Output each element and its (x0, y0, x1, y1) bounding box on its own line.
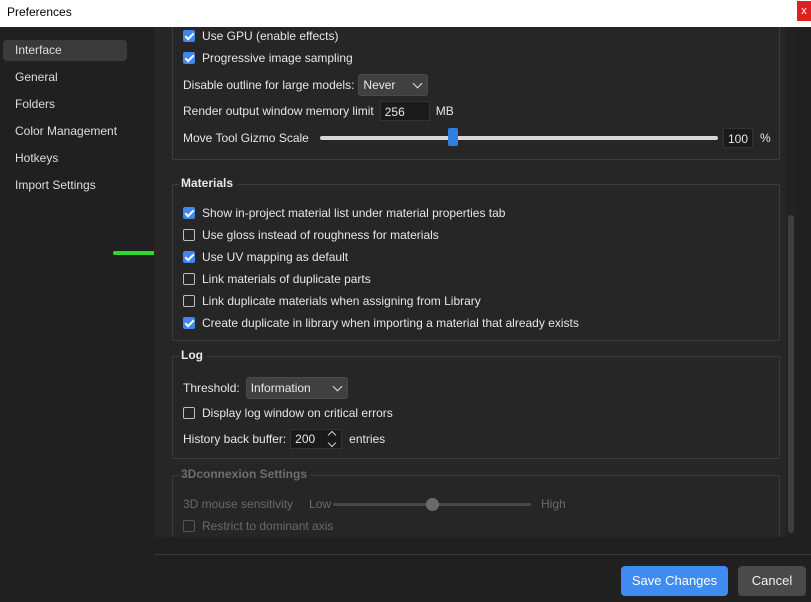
window-title: Preferences (7, 5, 72, 19)
sidebar-item-folders[interactable]: Folders (3, 94, 127, 115)
material-option-row: Link materials of duplicate parts (183, 269, 371, 289)
stepper-down-icon[interactable] (327, 438, 337, 448)
material-option-checkbox[interactable] (183, 229, 195, 241)
history-unit: entries (349, 432, 386, 446)
sidebar-item-color-management[interactable]: Color Management (3, 121, 127, 142)
log-group: Log Threshold: Information Display log w… (172, 348, 780, 459)
progressive-row: Progressive image sampling (183, 48, 353, 68)
display-log-checkbox[interactable] (183, 407, 195, 419)
gizmo-scale-slider[interactable] (320, 136, 718, 140)
disable-outline-label: Disable outline for large models: (183, 78, 355, 92)
render-memory-unit: MB (435, 104, 454, 118)
close-button[interactable]: x (797, 1, 811, 21)
render-memory-row: Render output window memory limit 256 MB (183, 100, 454, 122)
materials-group: Materials Show in-project material list … (172, 176, 780, 341)
material-option-checkbox[interactable] (183, 295, 195, 307)
chevron-down-icon (412, 78, 423, 88)
sidebar-item-hotkeys[interactable]: Hotkeys (3, 148, 127, 169)
material-option-label: Create duplicate in library when importi… (202, 316, 579, 330)
display-log-row: Display log window on critical errors (183, 403, 393, 423)
materials-title: Materials (179, 176, 238, 190)
log-title: Log (179, 348, 207, 362)
history-value: 200 (295, 432, 316, 446)
sensitivity-label: 3D mouse sensitivity (183, 497, 294, 511)
material-option-label: Use gloss instead of roughness for mater… (202, 228, 439, 242)
restrict-axis-row: Restrict to dominant axis (183, 516, 333, 536)
history-row: History back buffer: 200 entries (183, 428, 385, 450)
gizmo-scale-label: Move Tool Gizmo Scale (183, 131, 309, 145)
sensitivity-row: 3D mouse sensitivity Low (183, 494, 331, 514)
preferences-content: Use GPU (enable effects) Progressive ima… (154, 27, 786, 537)
gizmo-scale-input[interactable]: 100 (723, 128, 753, 148)
history-label: History back buffer: (183, 432, 287, 446)
title-bar: Preferences x (0, 0, 811, 27)
use-gpu-checkbox[interactable] (183, 30, 195, 42)
interface-group: Use GPU (enable effects) Progressive ima… (172, 27, 780, 160)
material-option-checkbox[interactable] (183, 317, 195, 329)
footer-divider (154, 554, 811, 555)
material-option-label: Link duplicate materials when assigning … (202, 294, 481, 308)
material-option-row: Create duplicate in library when importi… (183, 313, 579, 333)
material-option-row: Use UV mapping as default (183, 247, 348, 267)
material-option-label: Show in-project material list under mate… (202, 206, 506, 220)
use-gpu-row: Use GPU (enable effects) (183, 27, 339, 46)
save-changes-button[interactable]: Save Changes (621, 566, 728, 596)
material-option-row: Show in-project material list under mate… (183, 203, 505, 223)
disable-outline-row: Disable outline for large models: Never (183, 73, 429, 97)
sensitivity-slider-handle (426, 498, 439, 511)
gizmo-scale-unit: % (760, 131, 771, 145)
gizmo-scale-slider-handle[interactable] (448, 128, 459, 146)
chevron-down-icon (332, 381, 343, 391)
disable-outline-value: Never (363, 78, 396, 92)
connexion-group: 3Dconnexion Settings 3D mouse sensitivit… (172, 467, 780, 537)
restrict-axis-checkbox (183, 520, 195, 532)
material-option-row: Use gloss instead of roughness for mater… (183, 225, 439, 245)
display-log-label: Display log window on critical errors (202, 406, 393, 420)
material-option-label: Use UV mapping as default (202, 250, 349, 264)
sidebar-item-general[interactable]: General (3, 67, 127, 88)
progressive-label: Progressive image sampling (202, 51, 353, 65)
disable-outline-select[interactable]: Never (358, 74, 429, 96)
material-option-row: Link duplicate materials when assigning … (183, 291, 481, 311)
sidebar-item-import-settings[interactable]: Import Settings (3, 175, 127, 196)
render-memory-input[interactable]: 256 (379, 101, 430, 121)
threshold-select[interactable]: Information (245, 377, 348, 399)
sidebar-item-interface[interactable]: Interface (3, 40, 127, 61)
material-option-label: Link materials of duplicate parts (202, 272, 371, 286)
sidebar: Interface General Folders Color Manageme… (0, 27, 130, 602)
threshold-row: Threshold: Information (183, 376, 348, 400)
content-scrollbar-thumb[interactable] (788, 215, 794, 533)
history-stepper[interactable]: 200 (290, 429, 343, 449)
threshold-label: Threshold: (183, 381, 240, 395)
restrict-axis-label: Restrict to dominant axis (202, 519, 334, 533)
material-option-checkbox[interactable] (183, 207, 195, 219)
progressive-sampling-checkbox[interactable] (183, 52, 195, 64)
sensitivity-low-label: Low (309, 497, 332, 511)
material-option-checkbox[interactable] (183, 251, 195, 263)
cancel-button[interactable]: Cancel (738, 566, 806, 596)
threshold-value: Information (250, 381, 311, 395)
use-gpu-label: Use GPU (enable effects) (202, 29, 339, 43)
material-option-checkbox[interactable] (183, 273, 195, 285)
sensitivity-high-label: High (541, 497, 566, 511)
render-memory-label: Render output window memory limit (183, 104, 374, 118)
content-scrollbar[interactable] (786, 27, 796, 537)
connexion-title: 3Dconnexion Settings (179, 467, 312, 481)
